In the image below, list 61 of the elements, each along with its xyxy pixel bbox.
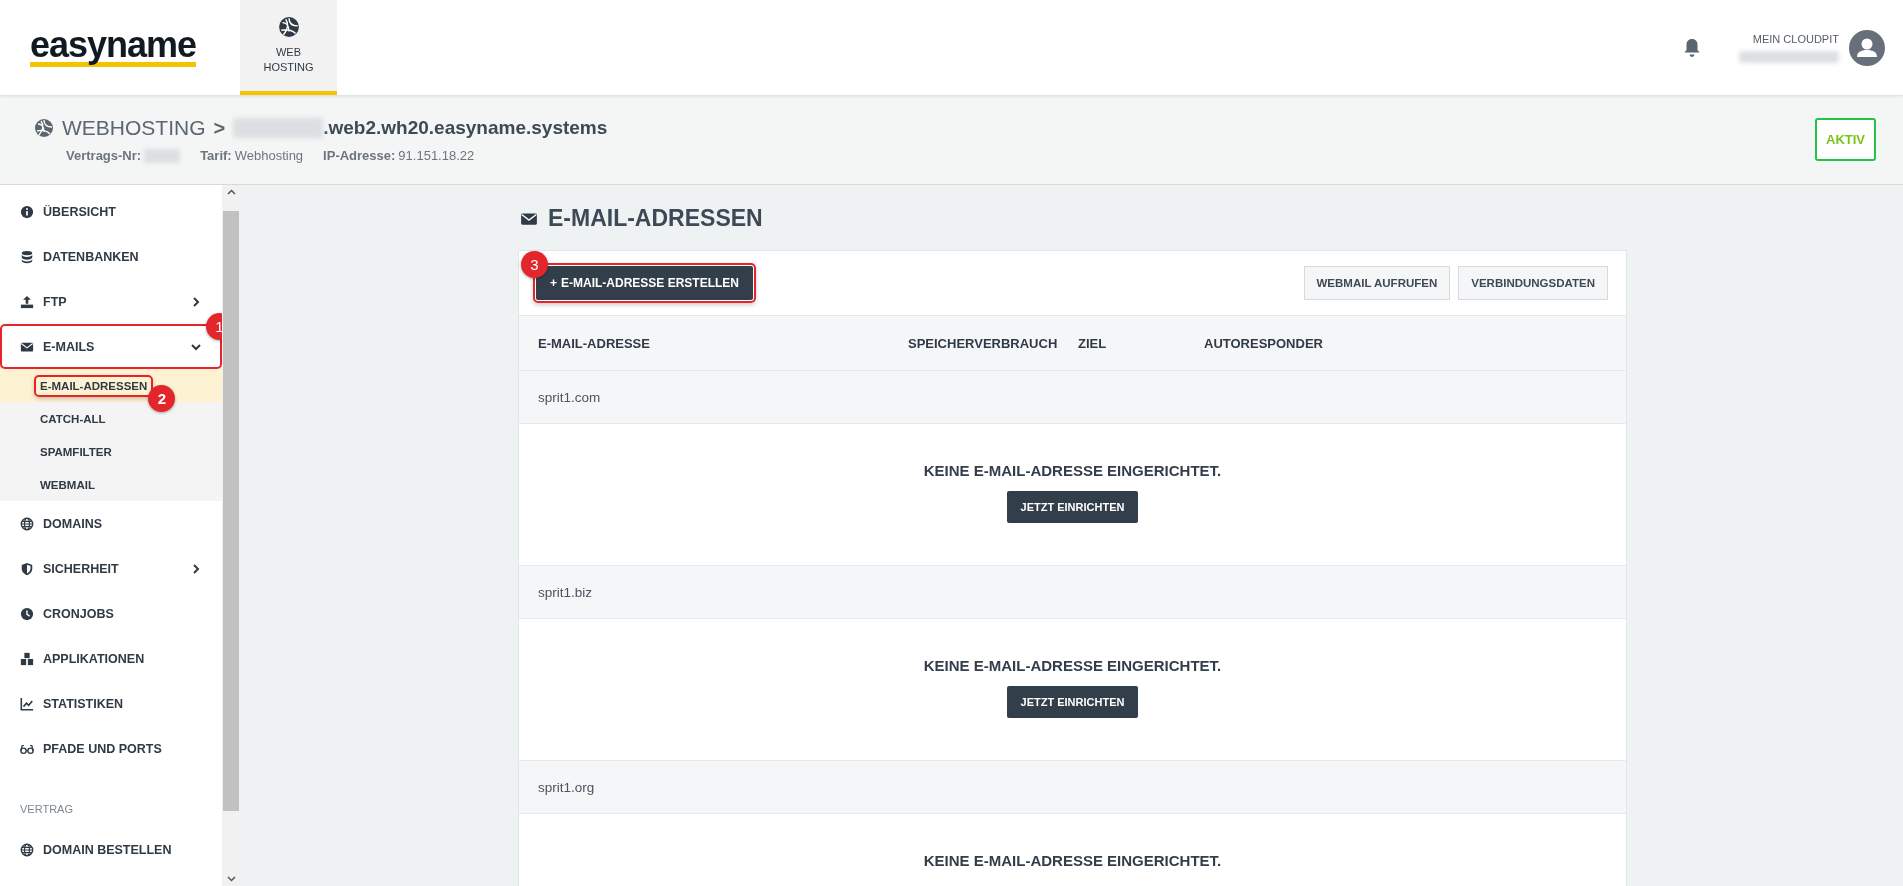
globe-icon — [20, 516, 34, 531]
setup-button[interactable]: JETZT EINRICHTEN — [1006, 491, 1139, 523]
scrollbar-thumb[interactable] — [223, 211, 239, 811]
host-name: .web2.wh20.easyname.systems — [323, 117, 608, 139]
chevron-icon — [190, 562, 202, 575]
meta-label: Tarif: — [200, 148, 232, 163]
globe-icon — [277, 16, 300, 38]
boxes-icon — [20, 651, 34, 666]
chevron-icon — [190, 295, 202, 308]
column-header: SPEICHERVERBRAUCH — [908, 335, 1059, 351]
domain-name: sprit1.biz — [538, 584, 593, 600]
toolbar-button[interactable]: VERBINDUNGSDATEN — [1458, 266, 1608, 300]
sidebar-item[interactable]: ÜBERSICHT — [0, 189, 222, 234]
sidebar-item[interactable]: PFADE UND PORTS — [0, 726, 222, 771]
submenu-item[interactable]: CATCH-ALL — [34, 407, 112, 430]
chart-icon — [20, 696, 34, 711]
empty-message: KEINE E-MAIL-ADRESSE EINGERICHTET. — [923, 852, 1222, 869]
empty-message: KEINE E-MAIL-ADRESSE EINGERICHTET. — [923, 657, 1222, 674]
sidebar-item[interactable]: CRONJOBS — [0, 591, 222, 636]
meta-label: Vertrags-Nr: — [66, 148, 142, 163]
scroll-down-icon[interactable] — [226, 876, 236, 882]
setup-button[interactable]: JETZT EINRICHTEN — [1006, 686, 1139, 718]
info-icon — [20, 204, 34, 219]
callout-number: 1 — [206, 313, 222, 340]
breadcrumb-separator: > — [213, 116, 226, 140]
database-icon — [20, 249, 34, 264]
meta-value: Webhosting — [234, 148, 304, 163]
callout-number: 2 — [148, 384, 176, 412]
column-header: ZIEL — [1078, 335, 1108, 351]
domain-name: sprit1.org — [538, 779, 595, 795]
callout-number: 3 — [521, 251, 548, 278]
globe-icon — [20, 842, 34, 857]
submenu-item[interactable]: WEBMAIL — [34, 473, 101, 496]
brand-logo[interactable]: easyname — [30, 28, 197, 67]
clock-icon — [20, 606, 34, 621]
meta-value: 91.151.18.22 — [398, 148, 475, 163]
section-heading: VERTRAG — [20, 803, 73, 815]
bell-icon[interactable] — [1683, 37, 1701, 58]
toolbar-button[interactable]: WEBMAIL AUFRUFEN — [1303, 266, 1451, 300]
sidebar-item[interactable]: DOMAIN BESTELLEN — [0, 827, 222, 872]
submenu-item[interactable]: SPAMFILTER — [34, 440, 118, 463]
scroll-up-icon[interactable] — [226, 189, 236, 195]
shield-icon — [20, 561, 34, 576]
meta-label: IP-Adresse: — [323, 148, 396, 163]
sidebar-item[interactable]: APPLIKATIONEN — [0, 636, 222, 681]
avatar-icon[interactable] — [1849, 29, 1885, 66]
column-header: E-MAIL-ADRESSE — [538, 335, 651, 351]
nav-tab[interactable]: WEB HOSTING — [240, 0, 337, 95]
account-label[interactable]: MEIN CLOUDPIT — [1752, 32, 1839, 45]
sidebar-item[interactable]: DATENBANKEN — [0, 234, 222, 279]
breadcrumb-section[interactable]: WEBHOSTING — [62, 116, 206, 140]
sidebar-item[interactable]: STATISTIKEN — [0, 681, 222, 726]
column-header: AUTORESPONDER — [1204, 335, 1324, 351]
sidebar-item[interactable]: DOMAINS — [0, 501, 222, 546]
sidebar-item[interactable]: SICHERHEIT — [0, 546, 222, 591]
globe-icon — [34, 118, 54, 138]
upload-icon — [20, 294, 34, 309]
status-badge: AKTIV — [1815, 118, 1876, 161]
page-title: E-MAIL-ADRESSEN — [548, 205, 763, 232]
domain-name: sprit1.com — [538, 389, 601, 405]
empty-message: KEINE E-MAIL-ADRESSE EINGERICHTET. — [923, 462, 1222, 479]
